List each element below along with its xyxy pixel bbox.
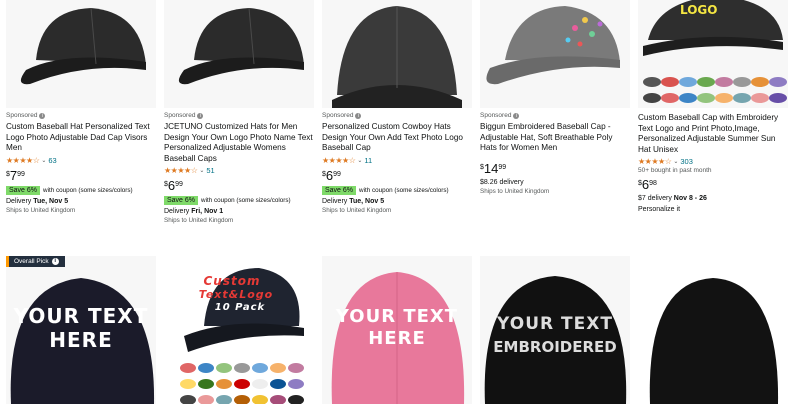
search-results-grid: Sponsored i Custom Baseball Hat Personali… [0, 0, 800, 404]
delivery-fee: $8.26 delivery [480, 178, 524, 186]
price[interactable]: $14 99 [480, 161, 630, 176]
product-title[interactable]: Custom Baseball Cap with Embroidery Text… [638, 113, 788, 155]
review-count[interactable]: 11 [364, 156, 372, 165]
product-card[interactable]: YOUR TEXT HERE [322, 256, 472, 404]
product-title[interactable]: JCETUNO Customized Hats for Men Design Y… [164, 122, 314, 164]
product-image[interactable] [164, 0, 314, 108]
ships-to: Ships to United Kingdom [164, 217, 234, 225]
product-image[interactable]: YOUR TEXT EMBROIDERED [480, 256, 630, 404]
delivery-info: Delivery Tue, Nov 5 [322, 197, 385, 205]
cap-logo-text: LOGO [680, 3, 717, 17]
chevron-down-icon[interactable]: ⌄ [673, 158, 678, 165]
info-icon[interactable]: i [513, 112, 520, 119]
rating[interactable]: ★★★★☆ ⌄ 303 [638, 157, 788, 166]
coupon[interactable]: Save 6% with coupon (some sizes/colors) [322, 185, 472, 195]
cap-text-line: Text&Logo [198, 288, 274, 301]
price[interactable]: $6 99 [322, 168, 472, 183]
ships-to: Ships to United Kingdom [322, 206, 392, 214]
sponsored-label: Sponsored i [480, 112, 630, 119]
ships-to: Ships to United Kingdom [480, 187, 550, 195]
info-icon[interactable]: i [51, 258, 59, 265]
cap-text-line: YOUR TEXT [335, 306, 459, 327]
cap-text-line: HERE [368, 328, 426, 349]
delivery-info: Delivery Fri, Nov 1 [164, 208, 224, 216]
product-card[interactable]: Custom Text&Logo 10 Pack [164, 256, 314, 404]
product-image[interactable] [480, 0, 630, 108]
info-icon[interactable]: i [197, 112, 204, 119]
chevron-down-icon[interactable]: ⌄ [357, 157, 362, 164]
overall-pick-badge: Overall Pick i [6, 256, 65, 267]
product-image[interactable] [322, 0, 472, 108]
product-card[interactable]: Sponsored i JCETUNO Customized Hats for M… [164, 0, 314, 224]
review-count[interactable]: 63 [48, 156, 56, 165]
product-image[interactable]: Custom Text&Logo 10 Pack [164, 256, 314, 404]
product-image[interactable]: LOGO [638, 0, 788, 108]
star-rating-icon: ★★★★☆ [164, 166, 198, 176]
product-card[interactable]: Sponsored i Biggun Embroidered Baseball C… [480, 0, 630, 195]
rating[interactable]: ★★★★☆ ⌄ 11 [322, 156, 472, 165]
coupon[interactable]: Save 6% with coupon (some sizes/colors) [6, 185, 156, 195]
product-title[interactable]: Biggun Embroidered Baseball Cap - Adjust… [480, 122, 630, 154]
product-card[interactable]: Sponsored i Personalized Custom Cowboy Ha… [322, 0, 472, 214]
cap-text-line: HERE [49, 328, 113, 352]
cap-text-line: YOUR TEXT [13, 304, 149, 328]
coupon[interactable]: Save 6% with coupon (some sizes/colors) [164, 196, 314, 206]
product-card[interactable]: LOGO Custom Baseball Cap with Embroidery… [638, 0, 788, 213]
cap-text-line: Custom [203, 274, 261, 288]
chevron-down-icon[interactable]: ⌄ [41, 157, 46, 164]
personalize-link[interactable]: Personalize it [638, 206, 788, 213]
rating[interactable]: ★★★★☆ ⌄ 51 [164, 166, 314, 175]
product-title[interactable]: Custom Baseball Hat Personalized Text Lo… [6, 122, 156, 154]
product-title[interactable]: Personalized Custom Cowboy Hats Design Y… [322, 122, 472, 154]
cap-text-line: 10 Pack [214, 302, 266, 313]
star-rating-icon: ★★★★☆ [6, 155, 40, 165]
star-rating-icon: ★★★★☆ [638, 157, 672, 167]
delivery-info: $7 delivery Nov 8 - 26 [638, 195, 707, 203]
coupon-badge[interactable]: Save 6% [164, 196, 199, 206]
star-rating-icon: ★★★★☆ [322, 155, 356, 165]
sponsored-label: Sponsored i [164, 112, 314, 119]
product-card[interactable]: YOUR TEXT EMBROIDERED [480, 256, 630, 404]
cap-text-line: EMBROIDERED [493, 338, 617, 356]
product-image[interactable]: YOUR TEXT HERE [322, 256, 472, 404]
coupon-badge[interactable]: Save 6% [322, 185, 357, 195]
product-image[interactable]: YOUR TEXT HERE [6, 256, 156, 404]
bought-count: 50+ bought in past month [638, 167, 712, 175]
price[interactable]: $7 99 [6, 168, 156, 183]
price[interactable]: $6 98 [638, 178, 788, 192]
product-card[interactable]: YOUR TEXT HERE [6, 256, 156, 404]
product-image[interactable] [638, 256, 788, 404]
rating[interactable]: ★★★★☆ ⌄ 63 [6, 156, 156, 165]
product-card[interactable]: Sponsored i Custom Baseball Hat Personali… [6, 0, 156, 214]
review-count[interactable]: 51 [206, 166, 214, 175]
product-card[interactable] [638, 256, 788, 404]
cap-text-line: YOUR TEXT [497, 314, 613, 334]
ships-to: Ships to United Kingdom [6, 206, 76, 214]
coupon-badge[interactable]: Save 6% [6, 185, 41, 195]
delivery-info: Delivery Tue, Nov 5 [6, 197, 69, 205]
info-icon[interactable]: i [355, 112, 362, 119]
price[interactable]: $6 99 [164, 179, 314, 193]
info-icon[interactable]: i [39, 112, 46, 119]
review-count[interactable]: 303 [680, 157, 693, 166]
product-image[interactable] [6, 0, 156, 108]
chevron-down-icon[interactable]: ⌄ [199, 167, 204, 174]
sponsored-label: Sponsored i [322, 112, 472, 119]
sponsored-label: Sponsored i [6, 112, 156, 119]
